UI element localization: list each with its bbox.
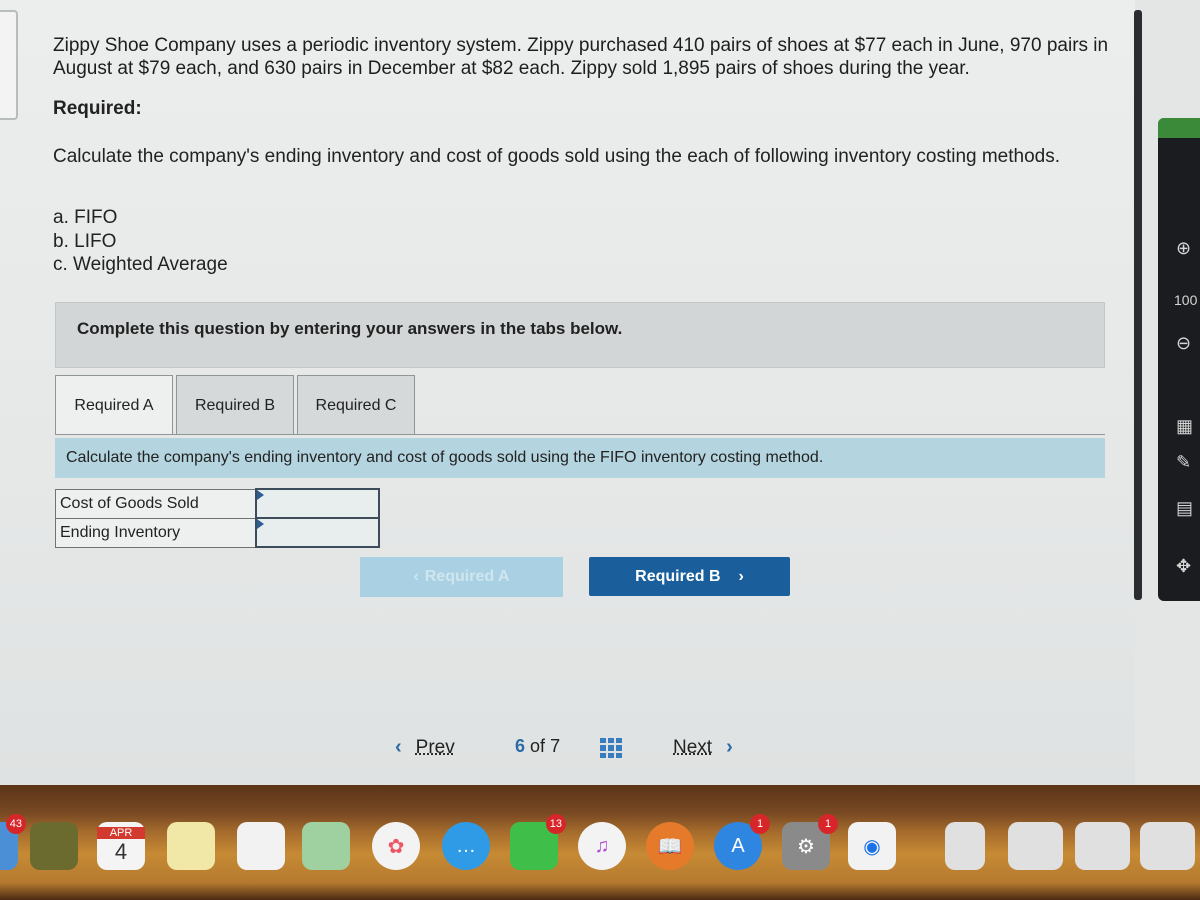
required-heading: Required: — [53, 98, 142, 119]
tab-required-a[interactable]: Required A — [55, 375, 173, 435]
page-count: 6 of 7 — [515, 736, 560, 757]
next-label: Next — [673, 736, 713, 758]
tab-divider — [55, 434, 1105, 435]
calendar-icon[interactable]: APR 4 — [97, 822, 145, 870]
input-flag-icon — [256, 490, 264, 500]
assignment-page: Zippy Shoe Company uses a periodic inven… — [0, 0, 1135, 785]
instructions-banner: Complete this question by entering your … — [55, 302, 1105, 368]
move-icon[interactable]: ✥ — [1176, 556, 1191, 577]
app-store-icon[interactable]: A1 — [714, 814, 770, 870]
prev-required-button[interactable]: ‹ Required A — [360, 557, 563, 597]
facetime-icon[interactable]: 13 — [510, 814, 566, 870]
methods-list: a. FIFO b. LIFO c. Weighted Average — [53, 206, 228, 277]
notebook-icon[interactable] — [30, 822, 78, 870]
table-row: Cost of Goods Sold — [55, 488, 380, 519]
task-instruction-bar: Calculate the company's ending inventory… — [55, 438, 1105, 478]
problem-statement: Zippy Shoe Company uses a periodic inven… — [53, 35, 1109, 79]
question-grid-icon[interactable] — [600, 738, 622, 758]
itunes-icon[interactable]: ♫ — [578, 822, 626, 870]
ending-inventory-input[interactable] — [256, 519, 378, 546]
tab-bar: Required A Required B Required C — [55, 375, 418, 435]
mail-badge: 43 — [5, 814, 26, 834]
comment-icon[interactable]: ▤ — [1176, 498, 1193, 519]
method-fifo: a. FIFO — [53, 207, 118, 228]
mail-icon[interactable]: 43 — [0, 814, 26, 870]
next-required-label: Required B — [635, 567, 721, 585]
app-store-badge: 1 — [750, 814, 770, 834]
prev-question-link[interactable]: ‹ Prev — [395, 736, 455, 759]
next-question-link[interactable]: Next › — [673, 736, 733, 759]
method-weighted-average: c. Weighted Average — [53, 254, 228, 275]
banner-text: Complete this question by entering your … — [77, 319, 623, 338]
zoom-in-icon[interactable]: ⊕ — [1176, 238, 1191, 259]
tab-required-c[interactable]: Required C — [297, 375, 415, 435]
reminders-icon[interactable] — [237, 822, 285, 870]
current-page: 6 — [515, 736, 526, 756]
ending-inventory-label: Ending Inventory — [55, 517, 256, 548]
messages-icon[interactable]: … — [442, 822, 490, 870]
tab-required-b[interactable]: Required B — [176, 375, 294, 435]
facetime-badge: 13 — [545, 814, 566, 834]
ending-inventory-cell — [254, 517, 380, 548]
left-panel-edge — [0, 10, 18, 120]
system-preferences-icon[interactable]: ⚙ 1 — [782, 814, 838, 870]
prev-required-label: Required A — [424, 568, 510, 585]
calendar-month: APR — [97, 827, 145, 839]
zoom-level: 100 — [1174, 292, 1198, 308]
of-label: of — [530, 736, 546, 756]
edit-icon[interactable]: ✎ — [1176, 452, 1191, 473]
input-flag-icon — [256, 519, 264, 529]
instruction-text: Calculate the company's ending inventory… — [53, 146, 1061, 167]
answer-table: Cost of Goods Sold Ending Inventory — [55, 488, 380, 548]
chrome-icon[interactable]: ◉ — [848, 822, 896, 870]
table-row: Ending Inventory — [55, 517, 380, 548]
chevron-right-icon: › — [726, 736, 733, 758]
mac-dock: 43 APR 4 ✿ … 13 ♫ 📖 A1 ⚙ 1 ◉ — [0, 812, 1200, 887]
total-pages: 7 — [550, 736, 561, 756]
cogs-cell — [254, 488, 380, 519]
chevron-right-icon: › — [738, 567, 744, 585]
battery-indicator — [1158, 118, 1200, 138]
side-toolbar: ⊕ 100 ⊖ ▦ ✎ ▤ ✥ — [1158, 118, 1200, 601]
notes-icon[interactable] — [167, 822, 215, 870]
cogs-label: Cost of Goods Sold — [55, 488, 256, 519]
zoom-out-icon[interactable]: ⊖ — [1176, 333, 1191, 354]
file-icon[interactable] — [1075, 822, 1130, 870]
window-divider — [1134, 10, 1142, 600]
file-icon[interactable] — [1008, 822, 1063, 870]
document-icon[interactable] — [945, 822, 985, 870]
system-preferences-badge: 1 — [818, 814, 838, 834]
file-icon[interactable] — [1140, 822, 1195, 870]
task-text: Calculate the company's ending inventory… — [66, 449, 824, 466]
prev-label: Prev — [415, 736, 455, 758]
photos-icon[interactable]: ✿ — [372, 822, 420, 870]
chevron-left-icon: ‹ — [413, 568, 419, 585]
calculator-icon[interactable]: ▦ — [1176, 416, 1193, 437]
chevron-left-icon: ‹ — [395, 736, 402, 758]
method-lifo: b. LIFO — [53, 230, 117, 252]
calendar-day: 4 — [114, 839, 128, 864]
cogs-input[interactable] — [256, 490, 378, 517]
maps-icon[interactable] — [302, 822, 350, 870]
ibooks-icon[interactable]: 📖 — [646, 822, 694, 870]
next-required-button[interactable]: Required B › — [589, 557, 790, 596]
